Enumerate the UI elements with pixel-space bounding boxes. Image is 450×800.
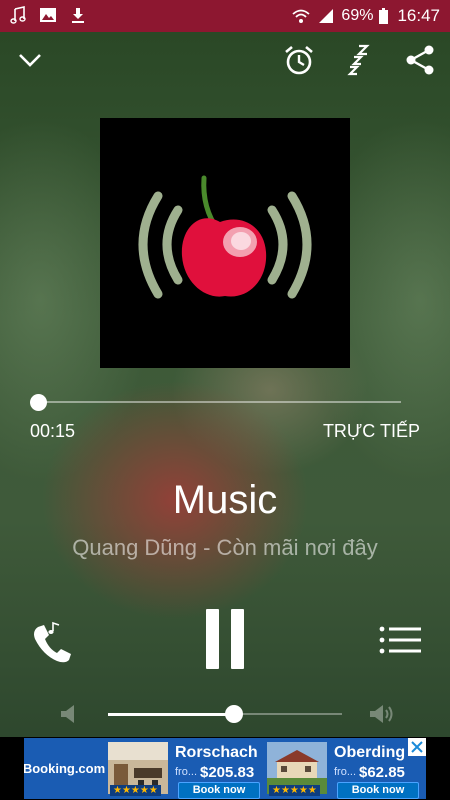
booking-ad[interactable]: Booking.com Rorschach fro... $205.83 ★★★… bbox=[24, 738, 426, 799]
live-label: TRỰC TIẾP bbox=[322, 421, 420, 441]
elapsed-time: 00:15 bbox=[30, 421, 76, 441]
battery-percent: 69% bbox=[341, 7, 374, 24]
music-note-icon bbox=[8, 5, 28, 25]
sleep-icon bbox=[347, 44, 370, 76]
close-icon bbox=[411, 741, 423, 753]
cherry-logo bbox=[138, 175, 312, 299]
seek-bar[interactable] bbox=[38, 401, 401, 403]
pause-icon bbox=[206, 609, 244, 669]
volume-mute-button[interactable] bbox=[58, 703, 78, 725]
share-button[interactable] bbox=[404, 44, 436, 76]
download-icon bbox=[68, 5, 88, 25]
ad-city-1: Rorschach bbox=[175, 744, 258, 761]
signal-icon bbox=[316, 6, 336, 26]
volume-max-button[interactable] bbox=[368, 703, 396, 725]
collapse-button[interactable] bbox=[14, 44, 46, 76]
image-icon bbox=[38, 5, 58, 25]
alarm-icon bbox=[285, 46, 313, 75]
ad-price-2: $62.85 bbox=[359, 764, 405, 781]
volume-fill bbox=[108, 713, 234, 716]
share-icon bbox=[406, 45, 434, 75]
ad-from-1: fro... bbox=[175, 766, 198, 778]
wifi-icon bbox=[291, 6, 311, 26]
chevron-down-icon bbox=[19, 54, 41, 67]
ad-price-1: $205.83 bbox=[200, 764, 255, 781]
station-artwork bbox=[100, 118, 350, 368]
track-title: Music bbox=[172, 478, 278, 522]
volume-high-icon bbox=[370, 705, 393, 723]
volume-thumb[interactable] bbox=[225, 705, 243, 723]
playlist-icon bbox=[379, 626, 421, 654]
clock: 16:47 bbox=[397, 6, 440, 25]
track-subtitle: Quang Dũng - Còn mãi nơi đây bbox=[72, 535, 378, 560]
ad-stars-2: ★★★★★ bbox=[269, 785, 320, 796]
ad-stars-1: ★★★★★ bbox=[110, 785, 161, 796]
volume-low-icon bbox=[61, 705, 74, 723]
seek-thumb[interactable] bbox=[30, 394, 47, 411]
ad-city-2: Oberding bbox=[334, 744, 406, 761]
pause-button[interactable] bbox=[201, 607, 249, 671]
book-now-button-2[interactable]: Book now bbox=[337, 782, 419, 799]
phone-music-icon bbox=[34, 621, 71, 663]
book-now-button-1[interactable]: Book now bbox=[178, 782, 260, 799]
sleep-timer-button[interactable] bbox=[344, 44, 376, 76]
booking-logo: Booking.com bbox=[24, 738, 105, 799]
player-toolbar bbox=[0, 32, 450, 88]
ad-banner[interactable]: Booking.com Rorschach fro... $205.83 ★★★… bbox=[0, 737, 450, 800]
battery-icon bbox=[378, 6, 388, 26]
status-bar: 69% 16:47 bbox=[0, 0, 450, 32]
ad-close-button[interactable] bbox=[408, 738, 426, 756]
alarm-button[interactable] bbox=[283, 44, 315, 76]
playlist-button[interactable] bbox=[378, 624, 422, 656]
call-request-button[interactable] bbox=[28, 620, 74, 666]
ad-from-2: fro... bbox=[334, 766, 357, 778]
